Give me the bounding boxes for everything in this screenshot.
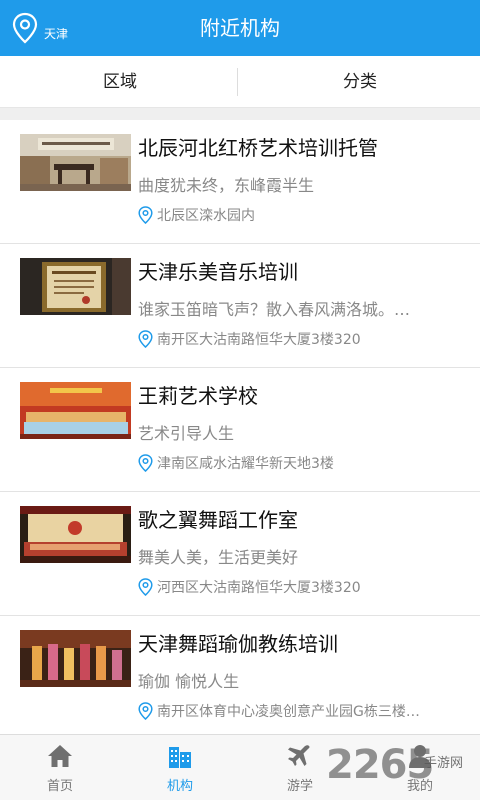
building-icon [169, 747, 191, 768]
item-thumbnail [20, 630, 131, 687]
list-item[interactable]: 王莉艺术学校 艺术引导人生 津南区咸水沽耀华新天地3楼 [0, 368, 480, 492]
institution-list: 北辰河北红桥艺术培训托管 曲度犹未终，东峰霞半生 北辰区滦水园内 天津乐美音乐培… [0, 120, 480, 740]
nav-institutions-label: 机构 [166, 779, 193, 794]
item-slogan: 瑜伽 愉悦人生 [138, 672, 240, 691]
nav-home[interactable]: 首页 [0, 735, 120, 800]
item-thumbnail [20, 134, 131, 191]
location-pin-icon [138, 702, 153, 720]
user-icon [409, 745, 431, 768]
nav-institutions[interactable]: 机构 [120, 735, 240, 800]
item-slogan: 艺术引导人生 [138, 424, 235, 443]
item-name: 歌之翼舞蹈工作室 [138, 508, 298, 532]
list-item[interactable]: 北辰河北红桥艺术培训托管 曲度犹未终，东峰霞半生 北辰区滦水园内 [0, 120, 480, 244]
nav-mine[interactable]: 我的 [360, 735, 480, 800]
list-item[interactable]: 天津乐美音乐培训 谁家玉笛暗飞声？散入春风满洛城。… 南开区大沽南路恒华大厦3楼… [0, 244, 480, 368]
item-address-text: 南开区大沽南路恒华大厦3楼320 [157, 332, 361, 348]
location-pin-icon [138, 330, 153, 348]
item-thumbnail [20, 382, 131, 439]
section-gap [0, 108, 480, 120]
filter-bar: 区域 分类 [0, 56, 480, 108]
home-icon [48, 745, 72, 767]
nav-study-tour[interactable]: 游学 [240, 735, 360, 800]
item-address: 南开区大沽南路恒华大厦3楼320 [138, 329, 463, 349]
location-pin-icon [138, 578, 153, 596]
list-item[interactable]: 歌之翼舞蹈工作室 舞美人美，生活更美好 河西区大沽南路恒华大厦3楼320 [0, 492, 480, 616]
item-address: 南开区体育中心凌奥创意产业园G栋三楼… [138, 701, 463, 721]
filter-divider [237, 68, 238, 96]
filter-category[interactable]: 分类 [240, 56, 480, 107]
item-thumbnail [20, 258, 131, 315]
item-address-text: 北辰区滦水园内 [157, 208, 255, 224]
location-pin-icon [138, 454, 153, 472]
dance-stage-photo [20, 506, 131, 563]
item-name: 王莉艺术学校 [138, 384, 258, 408]
item-address-text: 南开区体育中心凌奥创意产业园G栋三楼… [157, 704, 420, 720]
item-slogan: 谁家玉笛暗飞声？散入春风满洛城。… [138, 300, 411, 319]
page-title: 附近机构 [200, 16, 280, 40]
nav-home-label: 首页 [46, 779, 73, 794]
item-address-text: 河西区大沽南路恒华大厦3楼320 [157, 580, 361, 596]
app-header: 天津 附近机构 [0, 0, 480, 56]
calligraphy-room-photo [20, 134, 131, 191]
nav-study-tour-label: 游学 [286, 779, 313, 794]
list-item[interactable]: 天津舞蹈瑜伽教练培训 瑜伽 愉悦人生 南开区体育中心凌奥创意产业园G栋三楼… [0, 616, 480, 740]
item-thumbnail [20, 506, 131, 563]
item-name: 天津舞蹈瑜伽教练培训 [138, 632, 338, 656]
item-name: 天津乐美音乐培训 [138, 260, 298, 284]
framed-certificate-photo [20, 258, 131, 315]
item-slogan: 舞美人美，生活更美好 [138, 548, 299, 567]
dance-group-photo [20, 630, 131, 687]
airplane-icon [288, 745, 310, 766]
filter-region[interactable]: 区域 [0, 56, 240, 107]
stage-performance-photo [20, 382, 131, 439]
item-slogan: 曲度犹未终，东峰霞半生 [138, 176, 315, 195]
item-address: 北辰区滦水园内 [138, 205, 463, 225]
item-address: 津南区咸水沽耀华新天地3楼 [138, 453, 463, 473]
bottom-nav: 首页 机构 游学 我的 [0, 734, 480, 800]
location-pin-icon [138, 206, 153, 224]
nav-mine-label: 我的 [406, 779, 433, 794]
item-name: 北辰河北红桥艺术培训托管 [138, 136, 378, 160]
item-address-text: 津南区咸水沽耀华新天地3楼 [157, 456, 334, 472]
item-address: 河西区大沽南路恒华大厦3楼320 [138, 577, 463, 597]
